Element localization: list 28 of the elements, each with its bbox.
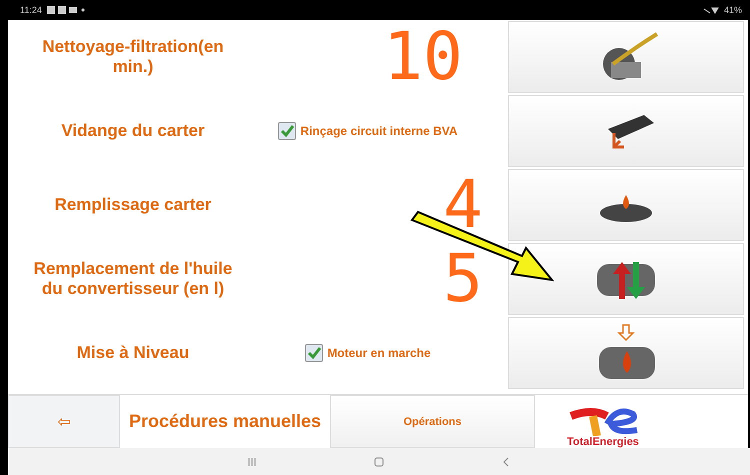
step-label: Vidange du carter: [60, 120, 206, 142]
digital-readout: 4: [443, 172, 483, 238]
step-button[interactable]: [508, 169, 744, 241]
step-button[interactable]: [508, 95, 744, 167]
battery-level: 41%: [724, 5, 742, 15]
digital-readout: 10: [383, 24, 463, 90]
status-time: 11:24: [20, 5, 42, 15]
step-label: Remplissage carter: [54, 194, 212, 216]
back-button[interactable]: ⇦: [8, 395, 120, 448]
checkbox-label: Moteur en marche: [327, 346, 431, 360]
step-label: Remplacement de l'huile du convertisseur (en l): [32, 258, 234, 300]
step-label: Mise à Niveau: [76, 342, 190, 364]
step-button[interactable]: [508, 317, 744, 389]
recent-apps-icon[interactable]: [246, 456, 257, 466]
checkbox[interactable]: [305, 344, 324, 362]
operations-tab[interactable]: Opérations: [330, 395, 535, 448]
wifi-icon: [702, 6, 719, 14]
digital-readout: 5: [443, 246, 483, 312]
logo-text: TotalEnergies: [567, 436, 639, 448]
home-icon[interactable]: [374, 456, 384, 466]
step-label: Nettoyage-filtration(en min.): [41, 36, 225, 78]
back-icon[interactable]: [501, 456, 512, 466]
screen-title: Procédures manuelles: [128, 410, 322, 433]
notification-icons: [46, 6, 87, 14]
step-button[interactable]: [508, 243, 744, 315]
checkbox[interactable]: [278, 122, 296, 140]
step-button[interactable]: [508, 21, 744, 93]
checkbox-label: Rinçage circuit interne BVA: [300, 124, 458, 138]
